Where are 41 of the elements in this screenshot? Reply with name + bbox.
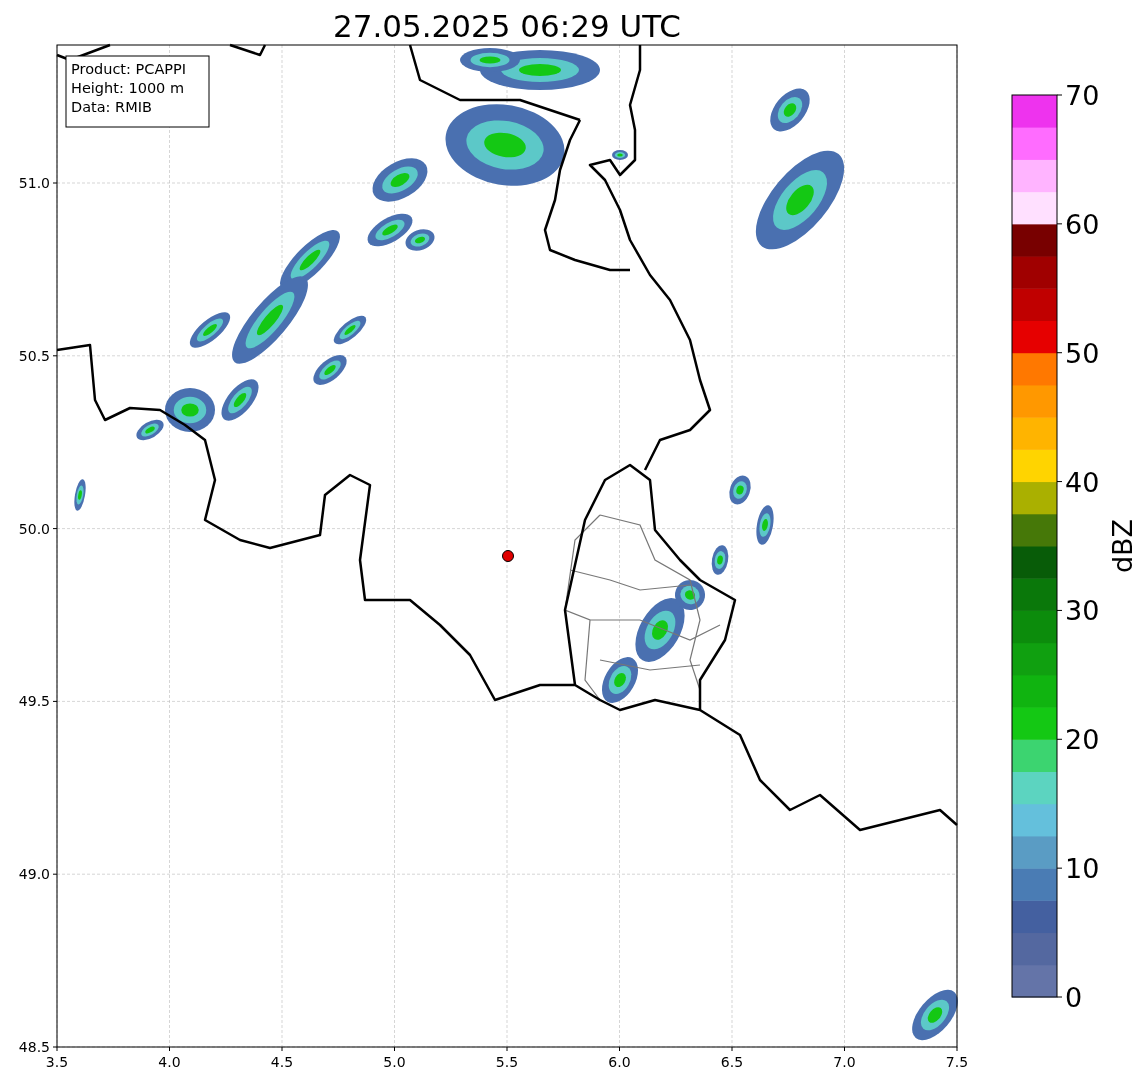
colorbar-tick-label: 70 bbox=[1065, 80, 1100, 111]
latitude-label: 49.0 bbox=[18, 866, 50, 883]
radar-echo bbox=[912, 989, 958, 1041]
colorbar-tick-label: 50 bbox=[1065, 337, 1100, 369]
latitude-label: 50.5 bbox=[18, 347, 50, 364]
latitude-label: 48.5 bbox=[18, 1039, 50, 1055]
colorbar-tick-label: 30 bbox=[1065, 595, 1100, 627]
info-text: Data: RMIB bbox=[71, 99, 152, 115]
figure-title: 27.05.2025 06:29 UTC bbox=[333, 8, 681, 44]
longitude-label: 7.5 bbox=[945, 1054, 969, 1070]
colorbar-tick-label: 20 bbox=[1065, 724, 1100, 756]
radar-echo bbox=[711, 545, 729, 575]
colorbar-label: dBZ bbox=[1107, 518, 1138, 574]
radar-echo bbox=[221, 379, 259, 421]
radar-echo bbox=[729, 475, 751, 505]
longitude-label: 4.5 bbox=[270, 1054, 294, 1070]
longitude-label: 5.0 bbox=[383, 1054, 406, 1070]
colorbar-tick-label: 40 bbox=[1065, 466, 1100, 498]
latitude-label: 49.5 bbox=[18, 693, 50, 710]
info-text: Height: 1000 m bbox=[71, 80, 185, 96]
longitude-label: 6.0 bbox=[608, 1054, 631, 1070]
longitude-label: 4.0 bbox=[158, 1054, 181, 1070]
longitude-label: 5.5 bbox=[495, 1054, 519, 1070]
longitude-label: 7.0 bbox=[833, 1054, 856, 1070]
colorbar-tick-label: 10 bbox=[1065, 853, 1100, 885]
radar-echo bbox=[756, 505, 774, 545]
latitude-label: 50.0 bbox=[18, 520, 50, 537]
longitude-label: 3.5 bbox=[45, 1054, 69, 1070]
radar-echo bbox=[313, 355, 347, 385]
colorbar-tick-label: 60 bbox=[1065, 208, 1100, 240]
latitude-label: 51.0 bbox=[18, 175, 50, 191]
radar-echo bbox=[770, 88, 810, 132]
radar-echo bbox=[372, 158, 428, 202]
info-text: Product: PCAPPI bbox=[71, 61, 187, 77]
radar-echo bbox=[333, 315, 367, 345]
radar-echo bbox=[602, 657, 638, 703]
radar-echo bbox=[74, 479, 86, 511]
longitude-label: 6.5 bbox=[720, 1054, 744, 1070]
radar-site-marker bbox=[502, 550, 514, 562]
colorbar-tick-label: 0 bbox=[1065, 982, 1083, 1013]
radar-echo bbox=[612, 150, 628, 160]
